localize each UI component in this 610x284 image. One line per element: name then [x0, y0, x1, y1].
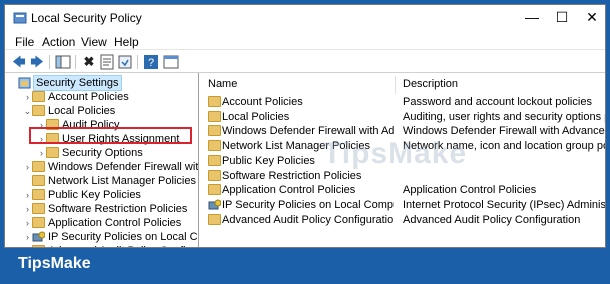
folder-icon	[32, 161, 45, 172]
expand-chevron-icon[interactable]: ›	[23, 202, 32, 216]
list-row[interactable]: Advanced Audit Policy Configuration Advan…	[200, 213, 605, 227]
list-item-description: Windows Defender Firewall with Advanced …	[403, 125, 606, 138]
list-item-name: Local Policies	[222, 110, 290, 123]
folder-icon	[208, 213, 221, 225]
collapse-chevron-icon[interactable]: ⌄	[23, 104, 32, 118]
properties-icon[interactable]	[99, 54, 115, 70]
tree-item-label: Security Settings	[33, 75, 122, 91]
list-row[interactable]: Network List Manager Policies Network nam…	[200, 139, 605, 153]
expand-chevron-icon[interactable]: ›	[23, 230, 32, 244]
folder-icon	[32, 91, 45, 102]
folder-icon	[46, 147, 59, 158]
tree-item-label: Security Options	[62, 147, 143, 159]
brand-logo: TipsMake	[18, 255, 91, 272]
tree-item-label: Account Policies	[48, 91, 129, 103]
list-row[interactable]: Public Key Policies	[200, 154, 605, 168]
expand-chevron-icon[interactable]: ›	[23, 90, 32, 104]
list-item-name: Advanced Audit Policy Configuration	[222, 213, 394, 226]
list-item-name: IP Security Policies on Local Computer	[222, 198, 394, 211]
tree-item-label: Public Key Policies	[48, 189, 141, 201]
folder-icon	[32, 175, 45, 186]
folder-icon	[208, 125, 221, 137]
maximize-button[interactable]: ☐	[547, 5, 577, 31]
expand-chevron-icon[interactable]: ›	[37, 146, 46, 160]
tree-item-label: Software Restriction Policies	[48, 203, 188, 215]
folder-icon	[32, 217, 45, 228]
expand-chevron-icon[interactable]	[23, 174, 32, 188]
ip-security-icon	[32, 231, 46, 242]
list-row[interactable]: Software Restriction Policies	[200, 169, 605, 183]
list-row[interactable]: Windows Defender Firewall with Advanc...…	[200, 124, 606, 138]
highlight-box	[29, 127, 192, 144]
app-icon	[13, 12, 27, 24]
tree-item-label: Local Policies	[48, 105, 116, 117]
ip-security-icon	[208, 199, 222, 210]
export-list-icon[interactable]	[117, 54, 133, 70]
column-header-name[interactable]: Name	[208, 77, 237, 91]
list-item-name: Public Key Policies	[222, 154, 315, 167]
delete-icon[interactable]: ✖	[81, 54, 97, 70]
list-row[interactable]: IP Security Policies on Local Computer In…	[200, 198, 606, 212]
show-hide-tree-icon[interactable]	[55, 54, 71, 70]
list-item-description: Password and account lockout policies	[403, 96, 592, 108]
list-item-description: Advanced Audit Policy Configuration	[403, 213, 581, 226]
list-item-name: Network List Manager Policies	[222, 140, 370, 153]
expand-chevron-icon[interactable]	[9, 76, 18, 90]
column-divider[interactable]	[395, 76, 396, 94]
list-pane: Name Description Account Policies Passwor…	[200, 73, 606, 247]
minimize-button[interactable]: —	[517, 5, 547, 31]
expand-chevron-icon[interactable]: ›	[23, 216, 32, 230]
tree-item-label: Network List Manager Policies	[48, 175, 196, 187]
column-header-description[interactable]: Description	[403, 77, 458, 91]
back-arrow-icon[interactable]: 🡄	[11, 54, 27, 70]
svg-text:?: ?	[148, 57, 154, 69]
toolbar-separator	[75, 55, 76, 69]
folder-icon	[32, 245, 45, 247]
list-item-description: Internet Protocol Security (IPsec) Admin…	[403, 198, 606, 211]
list-item-description: Auditing, user rights and security optio…	[403, 110, 605, 123]
forward-arrow-icon[interactable]: 🡆	[29, 54, 45, 70]
tree-item-label: Windows Defender Firewall with Adva	[48, 161, 199, 173]
window-title: Local Security Policy	[31, 11, 142, 25]
expand-chevron-icon[interactable]: ›	[23, 188, 32, 202]
toolbar: 🡄 🡆 ✖ ?	[5, 49, 605, 73]
folder-icon	[32, 189, 45, 200]
folder-icon	[32, 105, 45, 116]
title-bar[interactable]: Local Security Policy — ☐ ✕	[5, 5, 605, 31]
folder-icon	[208, 96, 221, 107]
folder-icon	[208, 140, 221, 152]
list-row[interactable]: Account Policies Password and account loc…	[200, 95, 605, 109]
close-button[interactable]: ✕	[577, 5, 605, 31]
list-item-name: Account Policies	[222, 96, 303, 108]
list-row[interactable]: Application Control Policies Application …	[200, 183, 605, 197]
tree-item-label: Application Control Policies	[48, 217, 182, 229]
help-icon[interactable]: ?	[143, 54, 159, 70]
expand-chevron-icon[interactable]: ›	[23, 160, 32, 174]
toolbar-separator	[137, 55, 138, 69]
list-item-name: Software Restriction Policies	[222, 169, 362, 182]
list-item-name: Windows Defender Firewall with Advanc...	[222, 125, 394, 138]
tree-item-label: IP Security Policies on Local Compute	[48, 231, 198, 243]
list-row[interactable]: Local Policies Auditing, user rights and …	[200, 110, 605, 124]
folder-icon	[208, 154, 221, 166]
folder-icon	[32, 203, 45, 214]
folder-icon	[208, 110, 221, 122]
local-security-policy-window: Local Security Policy — ☐ ✕ File Action …	[4, 4, 606, 248]
tree-item-label: Advanced Audit Policy Configuration	[48, 244, 198, 247]
folder-icon	[208, 184, 221, 196]
list-item-description: Network name, icon and location group po…	[403, 140, 605, 153]
tree-pane: Security Settings › Account Policies ⌄ Local…	[5, 73, 199, 247]
security-settings-icon	[18, 77, 31, 89]
toolbar-separator	[49, 55, 50, 69]
expand-chevron-icon[interactable]: ›	[23, 244, 32, 247]
list-item-name: Application Control Policies	[222, 184, 356, 197]
folder-icon	[208, 169, 221, 181]
list-item-description: Application Control Policies	[403, 184, 537, 197]
console-icon[interactable]	[163, 54, 179, 70]
